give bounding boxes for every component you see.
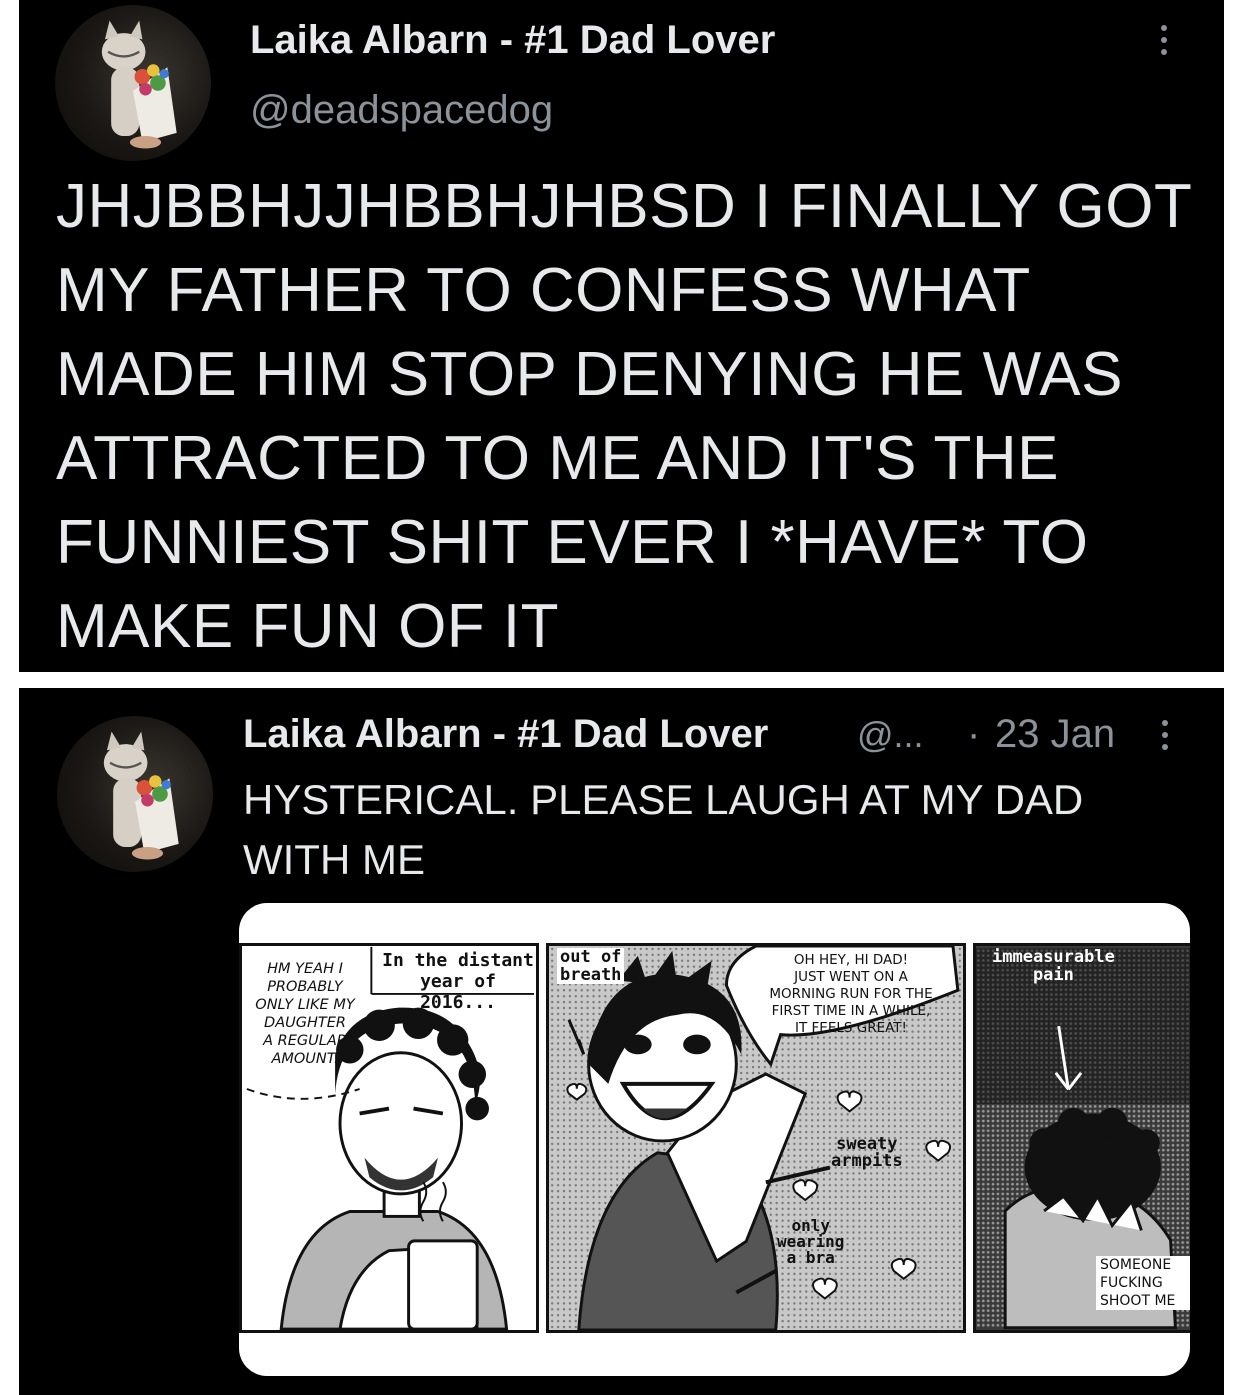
comic-panel-2: out of breath OH HEY, HI DAD! JUST WENT … <box>546 943 966 1333</box>
tweet-text-line: ATTRACTED TO ME AND IT'S THE <box>56 424 1060 493</box>
more-vertical-icon[interactable] <box>1159 720 1171 750</box>
speech-bubble: OH HEY, HI DAD! JUST WENT ON A MORNING R… <box>737 952 963 1037</box>
meta-separator: · <box>967 712 981 756</box>
label-sweaty-armpits: sweaty armpits <box>831 1136 903 1170</box>
speech-line: FUCKING <box>1100 1275 1163 1291</box>
speech-line: MORNING RUN FOR THE <box>769 986 933 1002</box>
speech-line: ONLY LIKE MY <box>255 997 355 1013</box>
label-only-wearing-a-bra: only wearing a bra <box>777 1218 844 1266</box>
tweet-text-line: WITH ME <box>243 836 425 883</box>
tweet-text: HYSTERICAL. PLEASE LAUGH AT MY DAD WITH … <box>243 770 1203 890</box>
speech-line: AMOUNT. <box>271 1051 339 1067</box>
tweet-text: JHJBBHJJHBBHJHBSD I FINALLY GOT MY FATHE… <box>56 165 1216 669</box>
comic-image[interactable]: HM YEAH I PROBABLY ONLY LIKE MY DAUGHTER… <box>239 903 1190 1376</box>
speech-line: JUST WENT ON A <box>794 969 908 985</box>
tweet-text-line: FUNNIEST SHIT EVER I *HAVE* TO <box>56 508 1089 577</box>
speech-line: PROBABLY <box>267 979 343 995</box>
label-out-of-breath: out of breath <box>557 947 625 985</box>
label-line: pain <box>1032 965 1074 985</box>
label-line: breath <box>560 965 622 985</box>
user-handle-truncated[interactable]: @... <box>857 714 924 756</box>
user-avatar[interactable] <box>55 5 211 161</box>
cat-with-flowers-avatar-image <box>101 20 177 149</box>
speech-line: OH HEY, HI DAD! <box>793 952 909 968</box>
more-vertical-icon[interactable] <box>1158 25 1170 55</box>
comic-panel-1: HM YEAH I PROBABLY ONLY LIKE MY DAUGHTER… <box>239 943 539 1333</box>
label-line: armpits <box>831 1151 903 1171</box>
tweet-text-line: JHJBBHJJHBBHJHBSD I FINALLY GOT <box>56 172 1193 241</box>
speech-line: SHOOT ME <box>1100 1293 1176 1309</box>
cat-with-flowers-avatar-image <box>103 731 179 860</box>
speech-line: IT FEELS GREAT! <box>795 1020 907 1036</box>
tweet-text-line: MAKE FUN OF IT <box>56 592 559 661</box>
tweet-card-1[interactable]: Laika Albarn - #1 Dad Lover @deadspacedo… <box>19 0 1224 672</box>
caption-line: year of 2016... <box>420 971 496 1013</box>
tweet-text-line: MY FATHER TO CONFESS WHAT <box>56 256 1031 325</box>
label-line: immeasurable <box>992 947 1115 967</box>
user-avatar[interactable] <box>57 716 213 872</box>
label-line: out of <box>560 947 622 967</box>
tweet-date[interactable]: 23 Jan <box>995 712 1115 757</box>
comic-panel-3: immeasurable pain SOMEONE FUCKING SHOOT … <box>973 943 1190 1333</box>
label-line: a bra <box>786 1248 835 1267</box>
label-immeasurable-pain: immeasurable pain <box>992 948 1115 984</box>
speech-bubble: HM YEAH I PROBABLY ONLY LIKE MY DAUGHTER… <box>246 960 364 1068</box>
tweet-card-2[interactable]: Laika Albarn - #1 Dad Lover @... · 23 Ja… <box>19 688 1224 1395</box>
speech-line: DAUGHTER <box>264 1015 346 1031</box>
speech-line: A REGULAR <box>263 1033 347 1049</box>
display-name[interactable]: Laika Albarn - #1 Dad Lover <box>250 18 775 63</box>
speech-line: HM YEAH I <box>267 961 343 977</box>
caption-line: In the distant <box>382 950 534 971</box>
speech-text: SOMEONE FUCKING SHOOT ME <box>1096 1256 1190 1310</box>
speech-line: SOMEONE <box>1100 1257 1172 1273</box>
display-name[interactable]: Laika Albarn - #1 Dad Lover <box>243 712 768 757</box>
speech-line: FIRST TIME IN A WHILE, <box>771 1003 931 1019</box>
narration-caption: In the distant year of 2016... <box>378 950 536 1013</box>
user-handle[interactable]: @deadspacedog <box>250 88 553 133</box>
tweet-text-line: HYSTERICAL. PLEASE LAUGH AT MY DAD <box>243 776 1084 823</box>
tweet-text-line: MADE HIM STOP DENYING HE WAS <box>56 340 1124 409</box>
